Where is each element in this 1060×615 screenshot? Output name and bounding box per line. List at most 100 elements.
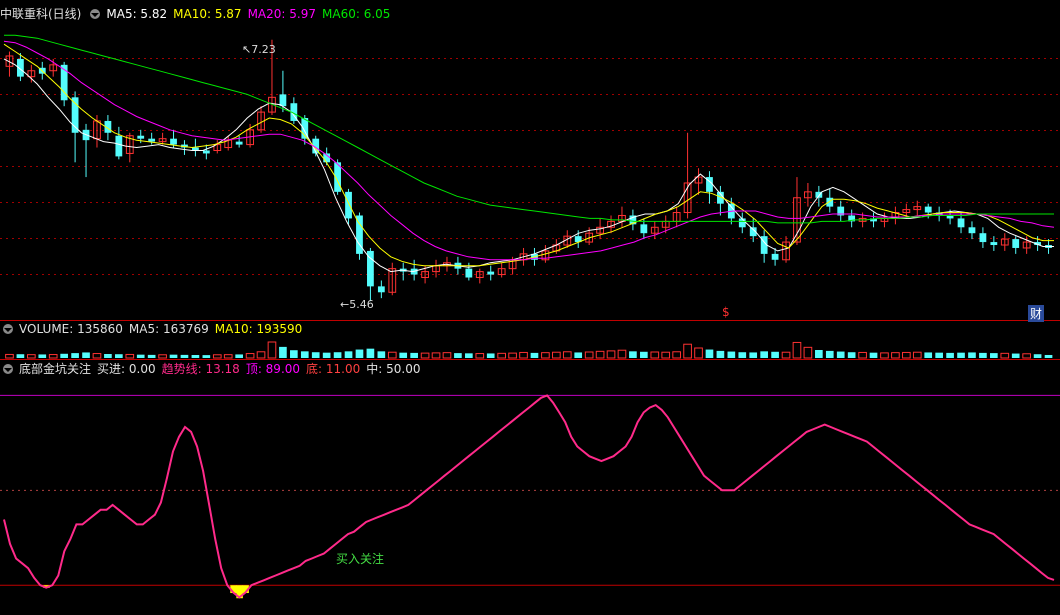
volume-bar (125, 353, 135, 359)
volume-bar (1033, 354, 1042, 358)
volume-bar (771, 351, 779, 358)
buy-signal-label: 买入关注 (336, 552, 385, 566)
ma-line-ma20 (3, 40, 1055, 261)
volume-bar (1011, 353, 1020, 358)
volume-bar (519, 351, 528, 359)
volume-bar (694, 347, 703, 359)
volume-bar (377, 351, 386, 358)
ma60-value: MA60: 6.05 (322, 7, 391, 21)
volume-bar (858, 351, 867, 359)
volume-bar (661, 351, 671, 359)
volume-bar (267, 341, 277, 359)
indicator-title: 底部金坑关注 (19, 362, 92, 376)
volume-bar (333, 352, 342, 358)
volume-bar (399, 352, 408, 358)
volume-bar (71, 353, 79, 358)
volume-bar (815, 350, 823, 358)
volume-bar (366, 348, 375, 358)
volume-bar (158, 354, 167, 359)
volume-bar (595, 350, 605, 359)
volume-bar (912, 351, 922, 359)
volume-bar (562, 351, 572, 359)
volume-bar (574, 352, 583, 358)
candle-body (148, 138, 156, 142)
volume-bar (1044, 354, 1053, 358)
volume-bar (48, 354, 58, 359)
volume-bar (147, 354, 156, 358)
candle-body (957, 218, 965, 228)
ma5-value: MA5: 5.82 (106, 7, 168, 21)
candle-body (170, 138, 177, 145)
candle-body (235, 141, 243, 145)
ma-line-ma5 (3, 58, 1054, 273)
volume-bar (640, 351, 648, 358)
volume-bar (38, 354, 47, 358)
volume-bar (847, 352, 856, 358)
volume-bar (212, 354, 222, 359)
candle-body (771, 253, 779, 260)
ma10-value: MA10: 5.87 (173, 7, 242, 21)
volume-bar (410, 352, 418, 358)
candle-body (202, 150, 210, 154)
volume-bar (355, 349, 364, 358)
volume-panel-header: VOLUME: 135860 MA5: 163769 MA10: 193590 (0, 321, 308, 337)
volume-bar (968, 352, 976, 358)
volume-bar (235, 354, 243, 358)
volume-bar (617, 349, 627, 359)
candle-body (465, 268, 473, 278)
volume-bar (979, 352, 987, 358)
trend-line (3, 394, 1055, 599)
volume-bar (1022, 353, 1031, 359)
volume-bar (92, 353, 102, 359)
top-value: 顶: 89.00 (245, 362, 301, 376)
volume-bar (169, 354, 178, 358)
candle-body (1012, 239, 1020, 248)
volume-bar (115, 354, 123, 358)
volume-bar (223, 354, 233, 359)
volume-bar (902, 351, 911, 359)
volume-bar (420, 352, 430, 359)
dollar-marker[interactable]: $ (722, 305, 730, 319)
volume-bar (104, 354, 112, 358)
low-price-label: ←5.46 (340, 298, 374, 311)
stock-title: 中联重科(日线) (0, 7, 82, 21)
candle-body (990, 242, 998, 246)
ma-line-ma60 (4, 34, 1054, 224)
volume-value: VOLUME: 135860 (19, 322, 123, 336)
volume-bar (431, 352, 441, 359)
volume-dropdown-icon[interactable] (3, 324, 13, 334)
volume-bar (387, 351, 397, 359)
volume-bar (716, 350, 725, 358)
volume-bar (541, 352, 550, 359)
volume-bar (290, 350, 298, 358)
ma-line-ma10 (3, 43, 1054, 267)
volume-bar (5, 353, 14, 359)
volume-bar (508, 352, 517, 359)
volume-bar (486, 353, 495, 358)
volume-bar (82, 352, 90, 358)
indicator-dropdown-icon[interactable] (3, 364, 13, 374)
high-price-label: ↖7.23 (242, 43, 276, 56)
volume-bar (672, 351, 681, 359)
volume-bar (552, 351, 561, 359)
candle-body (924, 206, 932, 213)
volume-bar (792, 341, 802, 359)
candle-body (137, 135, 145, 139)
candle-body (738, 218, 746, 228)
volume-bar (836, 351, 845, 358)
volume-ma5-value: MA5: 163769 (128, 322, 209, 336)
candle-body (826, 197, 834, 207)
dropdown-icon[interactable] (90, 9, 101, 19)
volume-bar (311, 352, 320, 358)
volume-bar (727, 351, 736, 358)
volume-bar (760, 351, 768, 358)
volume-bar (683, 343, 692, 359)
main-panel-header: 中联重科(日线) MA5: 5.82 MA10: 5.87 MA20: 5.97 MA6… (0, 6, 396, 22)
volume-bar (880, 352, 889, 359)
volume-bar (629, 351, 637, 358)
volume-bar (990, 353, 998, 358)
volume-bar (442, 352, 452, 359)
volume-ma10-value: MA10: 193590 (214, 322, 303, 336)
finance-marker[interactable]: 财 (1028, 305, 1045, 322)
indicator-panel-header: 底部金坑关注 买进: 0.00 趋势线: 13.18 顶: 89.00 底: 11.00… (0, 361, 426, 377)
